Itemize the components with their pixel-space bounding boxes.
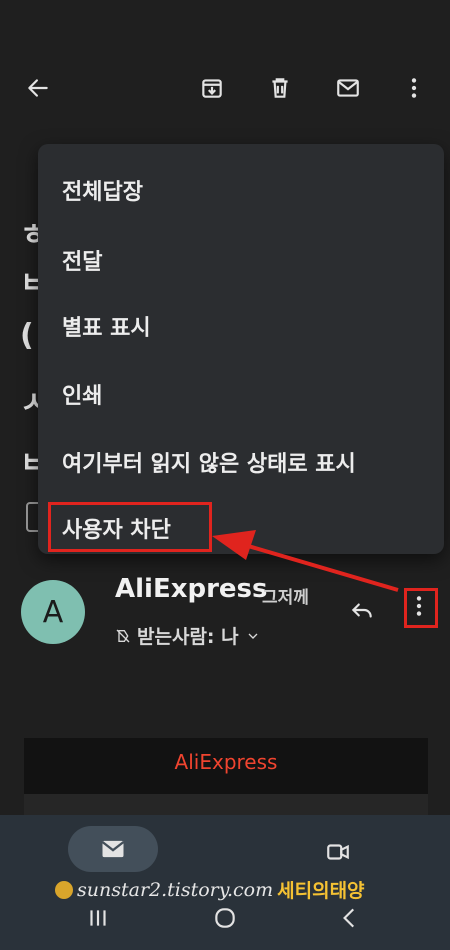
nav-mail[interactable]: [68, 826, 158, 872]
message-more-highlight: [404, 588, 438, 628]
reply-icon[interactable]: [340, 588, 384, 632]
back-icon[interactable]: [330, 898, 370, 938]
sent-time: 그저께: [262, 588, 309, 608]
watermark-face-icon: [55, 880, 73, 899]
sender-name: AliExpress: [115, 574, 268, 604]
meet-video-icon[interactable]: [316, 830, 360, 874]
chevron-down-icon: [248, 633, 258, 639]
recent-apps-icon[interactable]: [78, 898, 118, 938]
mail-icon: [101, 840, 125, 858]
muted-label-icon: [116, 629, 130, 642]
avatar[interactable]: A: [21, 580, 85, 644]
recipient-toggle[interactable]: 받는사람: 나: [115, 622, 261, 649]
email-brand-logo[interactable]: AliExpress: [24, 750, 428, 774]
home-icon[interactable]: [205, 898, 245, 938]
recipient-label: 받는사람: 나: [137, 626, 239, 648]
